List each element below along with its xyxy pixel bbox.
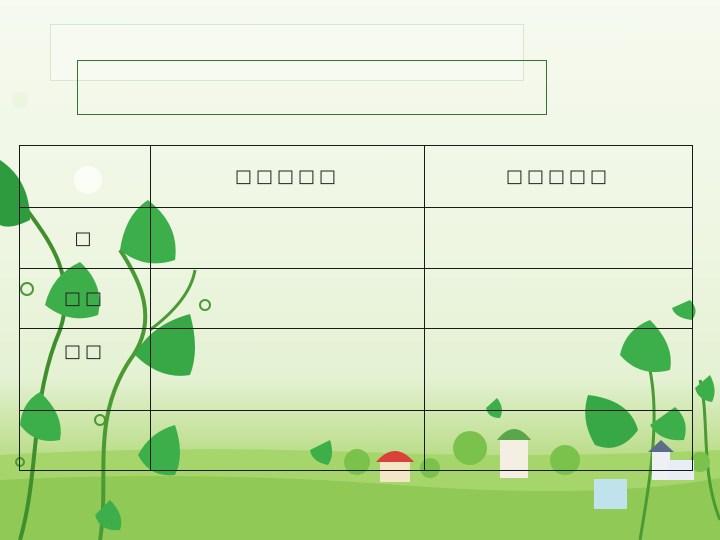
- table-row: [19, 410, 693, 471]
- table-cell: [424, 410, 693, 471]
- table-row: □□: [19, 328, 693, 411]
- title-placeholder-inner: [77, 60, 547, 115]
- header-cell-col2: □□□□□: [424, 145, 693, 208]
- table-row: □: [19, 207, 693, 269]
- table-header-row: □□□□□ □□□□□: [19, 145, 693, 208]
- table-cell: [424, 268, 693, 329]
- decorative-square: [594, 479, 627, 509]
- header-cell-col1: □□□□□: [150, 145, 425, 208]
- table-row: □□: [19, 268, 693, 329]
- row-label: □: [19, 207, 151, 269]
- table-cell: [150, 207, 425, 269]
- comparison-table: □□□□□ □□□□□ □ □□ □□: [19, 145, 693, 471]
- header-cell-blank: [19, 145, 151, 208]
- row-label: □□: [19, 328, 151, 411]
- table-cell: [424, 328, 693, 411]
- table-cell: [150, 410, 425, 471]
- table-cell: [424, 207, 693, 269]
- table-cell: [150, 328, 425, 411]
- table-cell: [150, 268, 425, 329]
- row-label: □□: [19, 268, 151, 329]
- row-label: [19, 410, 151, 471]
